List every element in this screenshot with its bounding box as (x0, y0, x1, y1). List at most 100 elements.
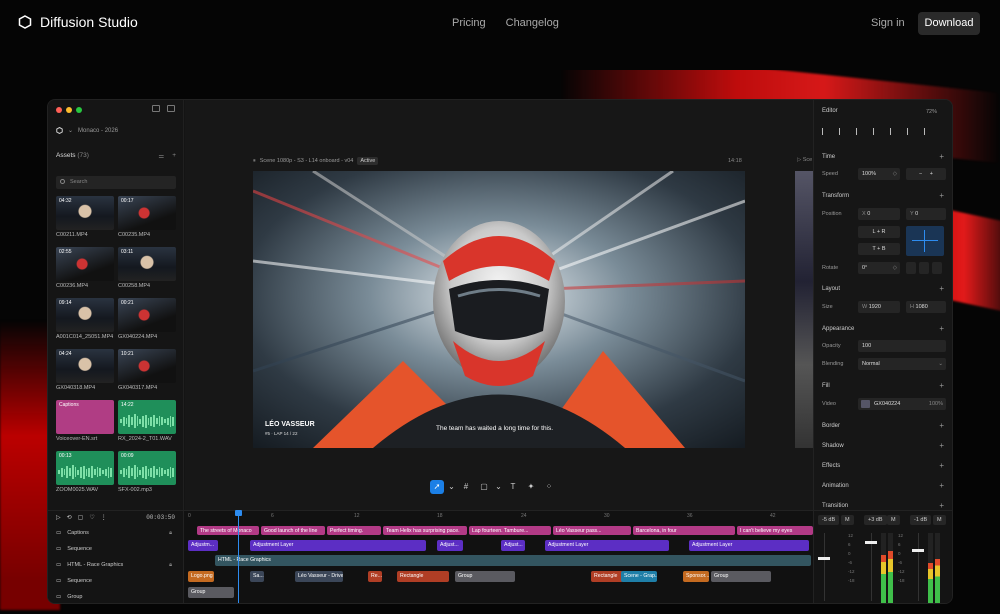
close-dot[interactable] (56, 107, 62, 113)
lock-icon[interactable]: 🔒︎ (169, 562, 172, 569)
timeline-clip[interactable]: I can't believe my eyes (737, 526, 813, 535)
add-effects-icon[interactable]: + (939, 461, 944, 470)
align-right-icon[interactable] (856, 128, 863, 135)
timeline-clip[interactable]: Rectangle (397, 571, 449, 582)
loop-icon[interactable]: ⟲ (67, 514, 72, 521)
chevron-down-icon[interactable]: ⌄ (495, 480, 502, 494)
nav-link-pricing[interactable]: Pricing (452, 17, 486, 29)
download-button[interactable]: Download (918, 12, 980, 35)
timeline-clip[interactable]: HTML - Race Graphics (215, 555, 811, 566)
channel-1-gain[interactable]: -5 dB (818, 515, 840, 525)
speed-stepper[interactable]: − + (906, 168, 946, 180)
sign-in-link[interactable]: Sign in (871, 17, 905, 29)
height-field[interactable]: H 1080 (906, 301, 946, 313)
add-time-icon[interactable]: + (939, 152, 944, 161)
asset-tile[interactable]: 00:17 C00235.MP4 (118, 196, 176, 238)
lr-constraint[interactable]: L + R (858, 226, 900, 238)
timeline-clip[interactable]: Adjustment Layer (689, 540, 809, 551)
timeline-clip[interactable]: Adjustment Layer (545, 540, 669, 551)
text-tool-icon[interactable]: T (506, 480, 520, 494)
timeline-clip[interactable]: Léo Vasseur - Driver... (295, 571, 343, 582)
search-input[interactable]: Search (56, 176, 176, 189)
fader-3[interactable] (912, 549, 924, 552)
mute-3-button[interactable]: M (933, 515, 946, 525)
blending-select[interactable]: Normal ⌄ (858, 358, 946, 370)
rotate-icon[interactable] (906, 262, 916, 274)
speed-field[interactable]: 100% ◇ (858, 168, 900, 180)
time-ruler[interactable]: 0 6 12 18 24 30 36 42 (185, 511, 813, 520)
timeline-clip[interactable]: Adjust... (437, 540, 463, 551)
timeline-clip[interactable]: Lap fourteen. Tambure... (469, 526, 551, 535)
heart-icon[interactable]: ♡ (89, 514, 94, 521)
timeline-clip[interactable]: Adjustment Layer (250, 540, 426, 551)
track-group[interactable]: ▭ Group (56, 594, 176, 600)
timeline-clip[interactable]: Léo Vasseur pass... (553, 526, 631, 535)
track-sequence-2[interactable]: ▭ Sequence (56, 578, 176, 584)
chevron-down-icon[interactable]: ⌄ (448, 480, 455, 494)
align-middle-icon[interactable] (890, 128, 897, 135)
constraint-widget[interactable] (906, 226, 944, 256)
lock-icon[interactable]: 🔒︎ (169, 530, 172, 537)
asset-tile[interactable]: 03:11 C00258.MP4 (118, 247, 176, 289)
timeline-clip[interactable]: Scene - Grap... (621, 571, 657, 582)
timeline-clip[interactable]: Sa... (250, 571, 264, 582)
clip-icon[interactable]: ▢ (78, 514, 84, 521)
asset-tile[interactable]: 14:22 RX_2024-2_T01.WAV (118, 400, 176, 442)
add-appearance-icon[interactable]: + (939, 324, 944, 333)
timeline-clip[interactable]: Barcelona, in four (633, 526, 735, 535)
flip-h-icon[interactable] (919, 262, 929, 274)
timeline-clip[interactable]: Group (455, 571, 515, 582)
video-fill-field[interactable]: GX040224 100% (858, 398, 946, 410)
next-scene-label[interactable]: ▷ Sce (797, 157, 812, 163)
distribute-icon[interactable] (924, 128, 931, 135)
effects-tool-icon[interactable]: ✦ (524, 480, 538, 494)
brand-logo[interactable]: Diffusion Studio (18, 14, 138, 30)
minimize-dot[interactable] (66, 107, 72, 113)
mute-2-button[interactable]: M (887, 515, 900, 525)
timeline-clip[interactable]: The streets of Monaco (197, 526, 259, 535)
pause-icon[interactable]: ⏸ (253, 158, 256, 165)
channel-3-gain[interactable]: -1 dB (910, 515, 932, 525)
align-left-icon[interactable] (822, 128, 829, 135)
rotate-field[interactable]: 0° ◇ (858, 262, 900, 274)
sidebar-icon[interactable] (167, 105, 175, 112)
asset-tile[interactable]: 02:55 C00236.MP4 (56, 247, 114, 289)
tb-constraint[interactable]: T + B (858, 243, 900, 255)
add-layout-icon[interactable]: + (939, 284, 944, 293)
align-center-icon[interactable] (839, 128, 846, 135)
add-border-icon[interactable]: + (939, 421, 944, 430)
timeline-clip[interactable]: Perfect timing. (327, 526, 381, 535)
asset-tile[interactable]: 00:09 SFX-002.mp3 (118, 451, 176, 493)
asset-tile[interactable]: 00:21 GX040224.MP4 (118, 298, 176, 340)
next-scene-preview[interactable] (795, 171, 813, 448)
timeline-clip[interactable]: Group (711, 571, 771, 582)
timeline-clip[interactable]: Sponsor... (683, 571, 709, 582)
nav-link-changelog[interactable]: Changelog (506, 17, 559, 29)
asset-tile[interactable]: 04:24 GX040318.MP4 (56, 349, 114, 391)
align-bottom-icon[interactable] (907, 128, 914, 135)
asset-tile[interactable]: Captions Voiceover-EN.srt (56, 400, 114, 442)
zoom-level[interactable]: 72% (926, 109, 937, 115)
timeline-clip[interactable]: Adjustm... (188, 540, 218, 551)
timeline-clip[interactable]: Group (188, 587, 234, 598)
split-icon[interactable]: ⋮ (101, 514, 107, 521)
rectangle-tool-icon[interactable]: ▢ (477, 480, 491, 494)
width-field[interactable]: W 1920 (858, 301, 900, 313)
add-transform-icon[interactable]: + (939, 191, 944, 200)
track-sequence[interactable]: ▭ Sequence (56, 546, 176, 552)
position-y-field[interactable]: Y 0 (906, 208, 946, 220)
track-captions[interactable]: ▭ Captions 🔒︎ (56, 530, 176, 536)
asset-tile[interactable]: 00:13 ZOOM0025.WAV (56, 451, 114, 493)
filter-icon[interactable]: ⚌ (158, 152, 164, 160)
video-preview[interactable]: LÉO VASSEUR #5 · LAP 14 / 22 The team ha… (253, 171, 745, 448)
timeline-clip[interactable]: Rectangle (591, 571, 623, 582)
align-top-icon[interactable] (873, 128, 880, 135)
pointer-tool-icon[interactable]: ➚ (430, 480, 444, 494)
channel-2-gain[interactable]: +3 dB (864, 515, 887, 525)
maximize-dot[interactable] (76, 107, 82, 113)
timeline-clip[interactable]: Team Helix has surprising pace. (383, 526, 467, 535)
add-fill-icon[interactable]: + (939, 381, 944, 390)
timeline-clip[interactable]: Adjust... (501, 540, 525, 551)
fader-2[interactable] (865, 541, 877, 544)
playhead[interactable] (235, 510, 242, 603)
